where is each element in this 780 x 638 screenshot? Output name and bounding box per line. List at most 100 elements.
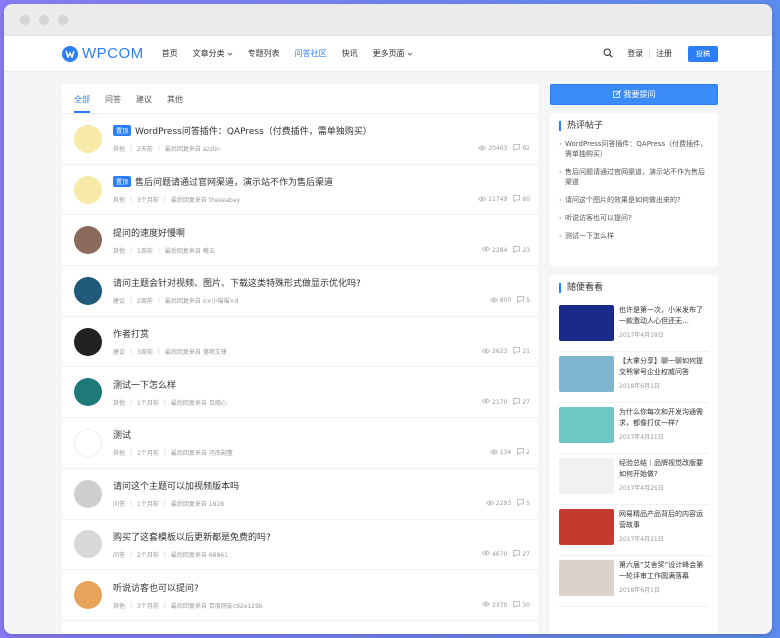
question-title[interactable]: 作者打赏 <box>113 327 530 340</box>
question-title-text[interactable]: 售后问题请通过官网渠道，演示站不作为售后渠道 <box>135 175 333 188</box>
random-post-item[interactable]: 第六届“艾舍奖”设计峰会第一轮评审工作圆满落幕 2018年6月1日 <box>559 556 709 607</box>
random-post-item[interactable]: 为什么你每次和开发沟通需求，都像打仗一样? 2017年4月21日 <box>559 403 709 454</box>
post-thumbnail[interactable] <box>559 305 614 341</box>
nav-item[interactable]: 快讯 <box>342 48 358 59</box>
hot-post-link[interactable]: 测试一下怎么样 <box>559 231 709 241</box>
random-post-title[interactable]: 也许是第一次，小米发布了一款激动人心但还无… <box>619 305 709 327</box>
question-row[interactable]: 请问这个主题可以加视频版本吗 问答 | 1个月前 | 最后回复来自 1928 2293 5 <box>62 469 538 520</box>
avatar[interactable] <box>74 226 102 255</box>
question-title-text[interactable]: 请问这个主题可以加视频版本吗 <box>113 479 239 492</box>
avatar[interactable] <box>74 327 102 356</box>
hot-post-link[interactable]: 请问这个图片的效果是如何做出来的? <box>559 195 709 205</box>
hot-post-link[interactable]: 听说访客也可以提问? <box>559 213 709 223</box>
question-title[interactable]: 置顶 WordPress问答插件：QAPress（付费插件，需单独购买） <box>113 124 530 137</box>
random-post-item[interactable]: 【大拿分享】聊一聊如何提交熊掌号企业权威问答 2018年6月1日 <box>559 352 709 403</box>
question-row[interactable]: 置顶 售后问题请通过官网渠道，演示站不作为售后渠道 其他 | 3个月前 | 最后回复来自 t… <box>62 165 538 216</box>
meta-divider: | <box>130 246 133 254</box>
question-title[interactable]: 提问的速度好慢啊 <box>113 226 530 239</box>
avatar[interactable] <box>74 530 102 559</box>
question-category[interactable]: 其他 <box>113 195 125 204</box>
window-close-dot[interactable] <box>20 14 30 25</box>
post-thumbnail[interactable] <box>559 356 614 392</box>
question-row[interactable]: 测试 其他 | 1个月前 | 最后回复来自 河南副董 134 2 <box>62 418 538 469</box>
meta-divider: | <box>130 145 133 153</box>
question-title-text[interactable]: 作者打赏 <box>113 327 149 340</box>
avatar[interactable] <box>74 479 102 508</box>
question-category[interactable]: 其他 <box>113 144 125 153</box>
search-icon[interactable] <box>603 47 613 60</box>
hot-post-link[interactable]: WordPress问答插件：QAPress（付费插件，需单独购买） <box>559 139 709 159</box>
question-stats: 2293 5 <box>485 499 530 508</box>
meta-divider: | <box>130 297 133 305</box>
nav-item[interactable]: 专题列表 <box>248 48 280 59</box>
question-category[interactable]: 其他 <box>113 448 125 457</box>
nav-item[interactable]: 首页 <box>162 48 178 59</box>
question-row[interactable]: 购买了这套模板以后更新都是免费的吗? 问答 | 2个月前 | 最后回复来自 68861 46… <box>62 520 538 571</box>
question-title[interactable]: 置顶 售后问题请通过官网渠道，演示站不作为售后渠道 <box>113 175 530 188</box>
question-title-text[interactable]: 测试 <box>113 428 131 441</box>
register-link[interactable]: 注册 <box>656 48 672 59</box>
question-category[interactable]: 其他 <box>113 601 125 610</box>
question-category[interactable]: 其他 <box>113 246 125 255</box>
question-row[interactable]: 作者打赏 建议 | 3周前 | 最后回复来自 落雨文锋 2623 21 <box>62 317 538 368</box>
avatar[interactable] <box>74 124 102 153</box>
ask-question-button[interactable]: 我要提问 <box>550 84 718 105</box>
random-post-title[interactable]: 【大拿分享】聊一聊如何提交熊掌号企业权威问答 <box>619 356 709 378</box>
question-title-text[interactable]: 提问的速度好慢啊 <box>113 226 185 239</box>
tab-item[interactable]: 建议 <box>136 94 152 113</box>
question-title[interactable]: 测试 <box>113 428 530 441</box>
question-title-text[interactable]: WordPress问答插件：QAPress（付费插件，需单独购买） <box>135 124 372 137</box>
question-title-text[interactable]: 听说访客也可以提问? <box>113 581 199 594</box>
window-maximize-dot[interactable] <box>58 14 68 25</box>
question-stats: 4670 27 <box>482 549 530 559</box>
eye-icon <box>482 348 491 356</box>
avatar[interactable] <box>74 378 102 407</box>
question-title-text[interactable]: 请问主题会针对视频、图片、下载这类特殊形式做显示优化吗? <box>113 276 361 289</box>
avatar[interactable] <box>74 581 102 610</box>
nav-item[interactable]: 问答社区 <box>295 48 327 59</box>
random-post-item[interactable]: 经验总结｜品牌视觉改版要如何开始做? 2017年4月25日 <box>559 454 709 505</box>
tab-item[interactable]: 问答 <box>105 94 121 113</box>
question-title[interactable]: 请问主题会针对视频、图片、下载这类特殊形式做显示优化吗? <box>113 276 530 289</box>
comment-count-value: 21 <box>522 348 530 356</box>
question-title[interactable]: 购买了这套模板以后更新都是免费的吗? <box>113 530 530 543</box>
question-title[interactable]: 测试一下怎么样 <box>113 378 530 391</box>
avatar[interactable] <box>74 428 102 457</box>
random-post-item[interactable]: 也许是第一次，小米发布了一款激动人心但还无… 2017年4月19日 <box>559 301 709 352</box>
question-row[interactable]: 测试一下怎么样 其他 | 1个月前 | 最后回复来自 且随心 2170 27 <box>62 367 538 419</box>
post-button[interactable]: 投稿 <box>688 45 718 62</box>
nav-item[interactable]: 更多页面 <box>373 48 413 59</box>
post-thumbnail[interactable] <box>559 407 614 443</box>
post-thumbnail[interactable] <box>559 509 614 545</box>
tab-item[interactable]: 全部 <box>74 94 90 113</box>
window-minimize-dot[interactable] <box>39 14 49 25</box>
avatar[interactable] <box>74 276 102 305</box>
question-row[interactable]: 置顶 WordPress问答插件：QAPress（付费插件，需单独购买） 其他 | 2天… <box>62 114 538 165</box>
question-row[interactable]: 听说访客也可以提问? 其他 | 3个月前 | 最后回复来自 百度网友c92e129b 237… <box>62 570 538 621</box>
random-post-item[interactable]: 网易精品产品背后的内容运营故事 2017年4月21日 <box>559 505 709 556</box>
question-title[interactable]: 请问这个主题可以加视频版本吗 <box>113 479 530 492</box>
question-title-text[interactable]: 测试一下怎么样 <box>113 378 176 391</box>
random-post-title[interactable]: 网易精品产品背后的内容运营故事 <box>619 509 709 531</box>
site-logo[interactable]: WPCOM <box>62 45 144 62</box>
nav-item[interactable]: 文章分类 <box>193 48 233 59</box>
random-post-title[interactable]: 为什么你每次和开发沟通需求，都像打仗一样? <box>619 407 709 429</box>
question-row[interactable]: 请问主题会针对视频、图片、下载这类特殊形式做显示优化吗? 建议 | 2周前 | 最后回复来… <box>62 266 538 317</box>
post-thumbnail[interactable] <box>559 458 614 494</box>
question-row[interactable]: 提问的速度好慢啊 其他 | 1周前 | 最后回复来自 曦五 2284 23 <box>62 215 538 267</box>
post-thumbnail[interactable] <box>559 560 614 596</box>
question-title[interactable]: 听说访客也可以提问? <box>113 581 530 594</box>
meta-divider: | <box>163 449 166 457</box>
question-category[interactable]: 建议 <box>113 347 125 356</box>
random-post-title[interactable]: 第六届“艾舍奖”设计峰会第一轮评审工作圆满落幕 <box>619 560 709 582</box>
avatar[interactable] <box>74 175 102 204</box>
login-link[interactable]: 登录 <box>627 48 643 59</box>
hot-post-link[interactable]: 售后问题请通过官网渠道，演示站不作为售后渠道 <box>559 167 709 187</box>
question-category[interactable]: 问答 <box>113 499 125 508</box>
question-category[interactable]: 其他 <box>113 398 125 407</box>
question-title-text[interactable]: 购买了这套模板以后更新都是免费的吗? <box>113 530 271 543</box>
random-post-title[interactable]: 经验总结｜品牌视觉改版要如何开始做? <box>619 458 709 480</box>
tab-item[interactable]: 其他 <box>167 94 183 113</box>
question-category[interactable]: 建议 <box>113 296 125 305</box>
question-category[interactable]: 问答 <box>113 550 125 559</box>
